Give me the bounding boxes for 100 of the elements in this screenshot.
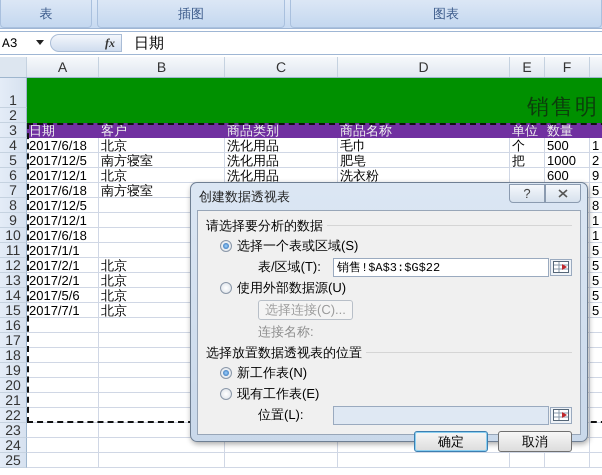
row-number[interactable]: 16 bbox=[0, 318, 27, 333]
grid-cell bbox=[27, 453, 99, 468]
table-cell: 2017/1/1 bbox=[27, 243, 99, 258]
radio-button[interactable] bbox=[220, 240, 232, 252]
radio-button[interactable] bbox=[220, 367, 232, 379]
ribbon-group-label: 插图 bbox=[97, 0, 285, 28]
field-label: 位置(L): bbox=[258, 406, 304, 424]
table-cell: 9 bbox=[590, 168, 602, 183]
grid-cell bbox=[27, 438, 99, 453]
row-number[interactable]: 6 bbox=[0, 168, 27, 183]
table-cell: 2017/6/18 bbox=[27, 183, 99, 198]
table-cell: 5 bbox=[590, 243, 602, 258]
ribbon-group-label: 表 bbox=[0, 0, 92, 28]
table-cell: 5 bbox=[590, 258, 602, 273]
row-number[interactable]: 3 bbox=[0, 123, 27, 138]
insert-function-button[interactable]: fx bbox=[50, 34, 122, 52]
grid-cell bbox=[510, 453, 545, 468]
row-number[interactable]: 15 bbox=[0, 303, 27, 318]
row-number[interactable]: 4 bbox=[0, 138, 27, 153]
table-cell: 1 bbox=[590, 213, 602, 228]
table-cell: 1 bbox=[590, 228, 602, 243]
radio-button[interactable] bbox=[220, 282, 232, 294]
row-number[interactable]: 12 bbox=[0, 258, 27, 273]
column-letter[interactable]: C bbox=[225, 57, 338, 77]
table-cell: 毛巾 bbox=[338, 138, 510, 153]
sheet-title: 销售明 bbox=[527, 92, 599, 120]
table-cell: 2017/6/18 bbox=[27, 138, 99, 153]
row-number[interactable]: 1 bbox=[0, 78, 27, 108]
grid-cell bbox=[545, 453, 590, 468]
range-button[interactable] bbox=[550, 258, 572, 276]
table-cell: 2017/12/1 bbox=[27, 168, 99, 183]
row-number[interactable]: 13 bbox=[0, 273, 27, 288]
dialog-button[interactable]: 取消 bbox=[498, 431, 572, 452]
section-heading: 请选择要分析的数据 bbox=[206, 216, 323, 234]
ribbon-group-label: 图表 bbox=[290, 0, 602, 28]
table-cell: 南方寝室 bbox=[99, 153, 225, 168]
radio-label: 新工作表(N) bbox=[237, 364, 308, 382]
table-cell: 把 bbox=[510, 153, 545, 168]
row-number[interactable]: 5 bbox=[0, 153, 27, 168]
table-cell: 2017/6/18 bbox=[27, 228, 99, 243]
table-arrow-icon bbox=[553, 409, 569, 421]
table-header: 日期 bbox=[27, 123, 99, 138]
row-number[interactable]: 21 bbox=[0, 393, 27, 408]
table-header: 单位 bbox=[510, 123, 545, 138]
row-number[interactable]: 23 bbox=[0, 423, 27, 438]
table-cell: 北京 bbox=[99, 138, 225, 153]
row-number[interactable]: 14 bbox=[0, 288, 27, 303]
radio-label: 使用外部数据源(U) bbox=[237, 279, 346, 297]
range-button[interactable] bbox=[550, 406, 572, 424]
row-number[interactable]: 18 bbox=[0, 348, 27, 363]
row-number[interactable]: 19 bbox=[0, 363, 27, 378]
table-cell: 洗化用品 bbox=[225, 138, 338, 153]
close-icon bbox=[558, 189, 568, 198]
table-header: 商品名称 bbox=[338, 123, 510, 138]
radio-button[interactable] bbox=[220, 388, 232, 400]
row-number[interactable]: 11 bbox=[0, 243, 27, 258]
formula-input[interactable]: 日期 bbox=[122, 34, 164, 52]
table-cell: 2 bbox=[590, 153, 602, 168]
row-number[interactable]: 7 bbox=[0, 183, 27, 198]
dropdown-icon[interactable] bbox=[36, 40, 44, 46]
table-cell: 肥皂 bbox=[338, 153, 510, 168]
table-cell: 2017/12/1 bbox=[27, 213, 99, 228]
table-cell: 5 bbox=[590, 183, 602, 198]
table-cell: 5 bbox=[590, 288, 602, 303]
row-number[interactable]: 20 bbox=[0, 378, 27, 393]
table-cell: 2017/12/5 bbox=[27, 198, 99, 213]
row-number[interactable]: 2 bbox=[0, 108, 27, 123]
table-cell: 5 bbox=[590, 303, 602, 318]
row-number[interactable]: 22 bbox=[0, 408, 27, 423]
column-letter[interactable]: D bbox=[338, 57, 510, 77]
radio-label: 现有工作表(E) bbox=[237, 385, 320, 403]
dialog-button[interactable]: 确定 bbox=[414, 431, 488, 452]
name-box[interactable]: A3 bbox=[0, 36, 32, 50]
column-letter[interactable]: A bbox=[27, 57, 99, 77]
row-number[interactable]: 8 bbox=[0, 198, 27, 213]
row-number[interactable]: 25 bbox=[0, 453, 27, 468]
close-button[interactable] bbox=[545, 184, 581, 203]
help-button[interactable]: ? bbox=[509, 184, 545, 203]
table-header: 数量 bbox=[545, 123, 590, 138]
column-letter[interactable]: F bbox=[545, 57, 590, 77]
table-cell: 洗化用品 bbox=[225, 153, 338, 168]
field-label: 表/区域(T): bbox=[258, 258, 322, 276]
row-number[interactable]: 17 bbox=[0, 333, 27, 348]
table-cell: 2017/5/6 bbox=[27, 288, 99, 303]
column-letter[interactable]: E bbox=[510, 57, 545, 77]
table-cell: 2017/2/1 bbox=[27, 258, 99, 273]
range-field[interactable]: 销售!$A$3:$G$22 bbox=[333, 258, 549, 276]
table-cell: 500 bbox=[545, 138, 590, 153]
connection-label: 连接名称: bbox=[258, 323, 314, 341]
table-arrow-icon bbox=[553, 261, 569, 273]
row-number[interactable]: 9 bbox=[0, 213, 27, 228]
table-cell: 2017/2/1 bbox=[27, 273, 99, 288]
table-cell: 个 bbox=[510, 138, 545, 153]
radio-label: 选择一个表或区域(S) bbox=[237, 237, 358, 255]
row-number[interactable]: 10 bbox=[0, 228, 27, 243]
row-number[interactable]: 24 bbox=[0, 438, 27, 453]
table-cell: 5 bbox=[590, 273, 602, 288]
column-letter[interactable]: B bbox=[99, 57, 225, 77]
table-cell: 8 bbox=[590, 198, 602, 213]
table-cell: 1 bbox=[590, 138, 602, 153]
